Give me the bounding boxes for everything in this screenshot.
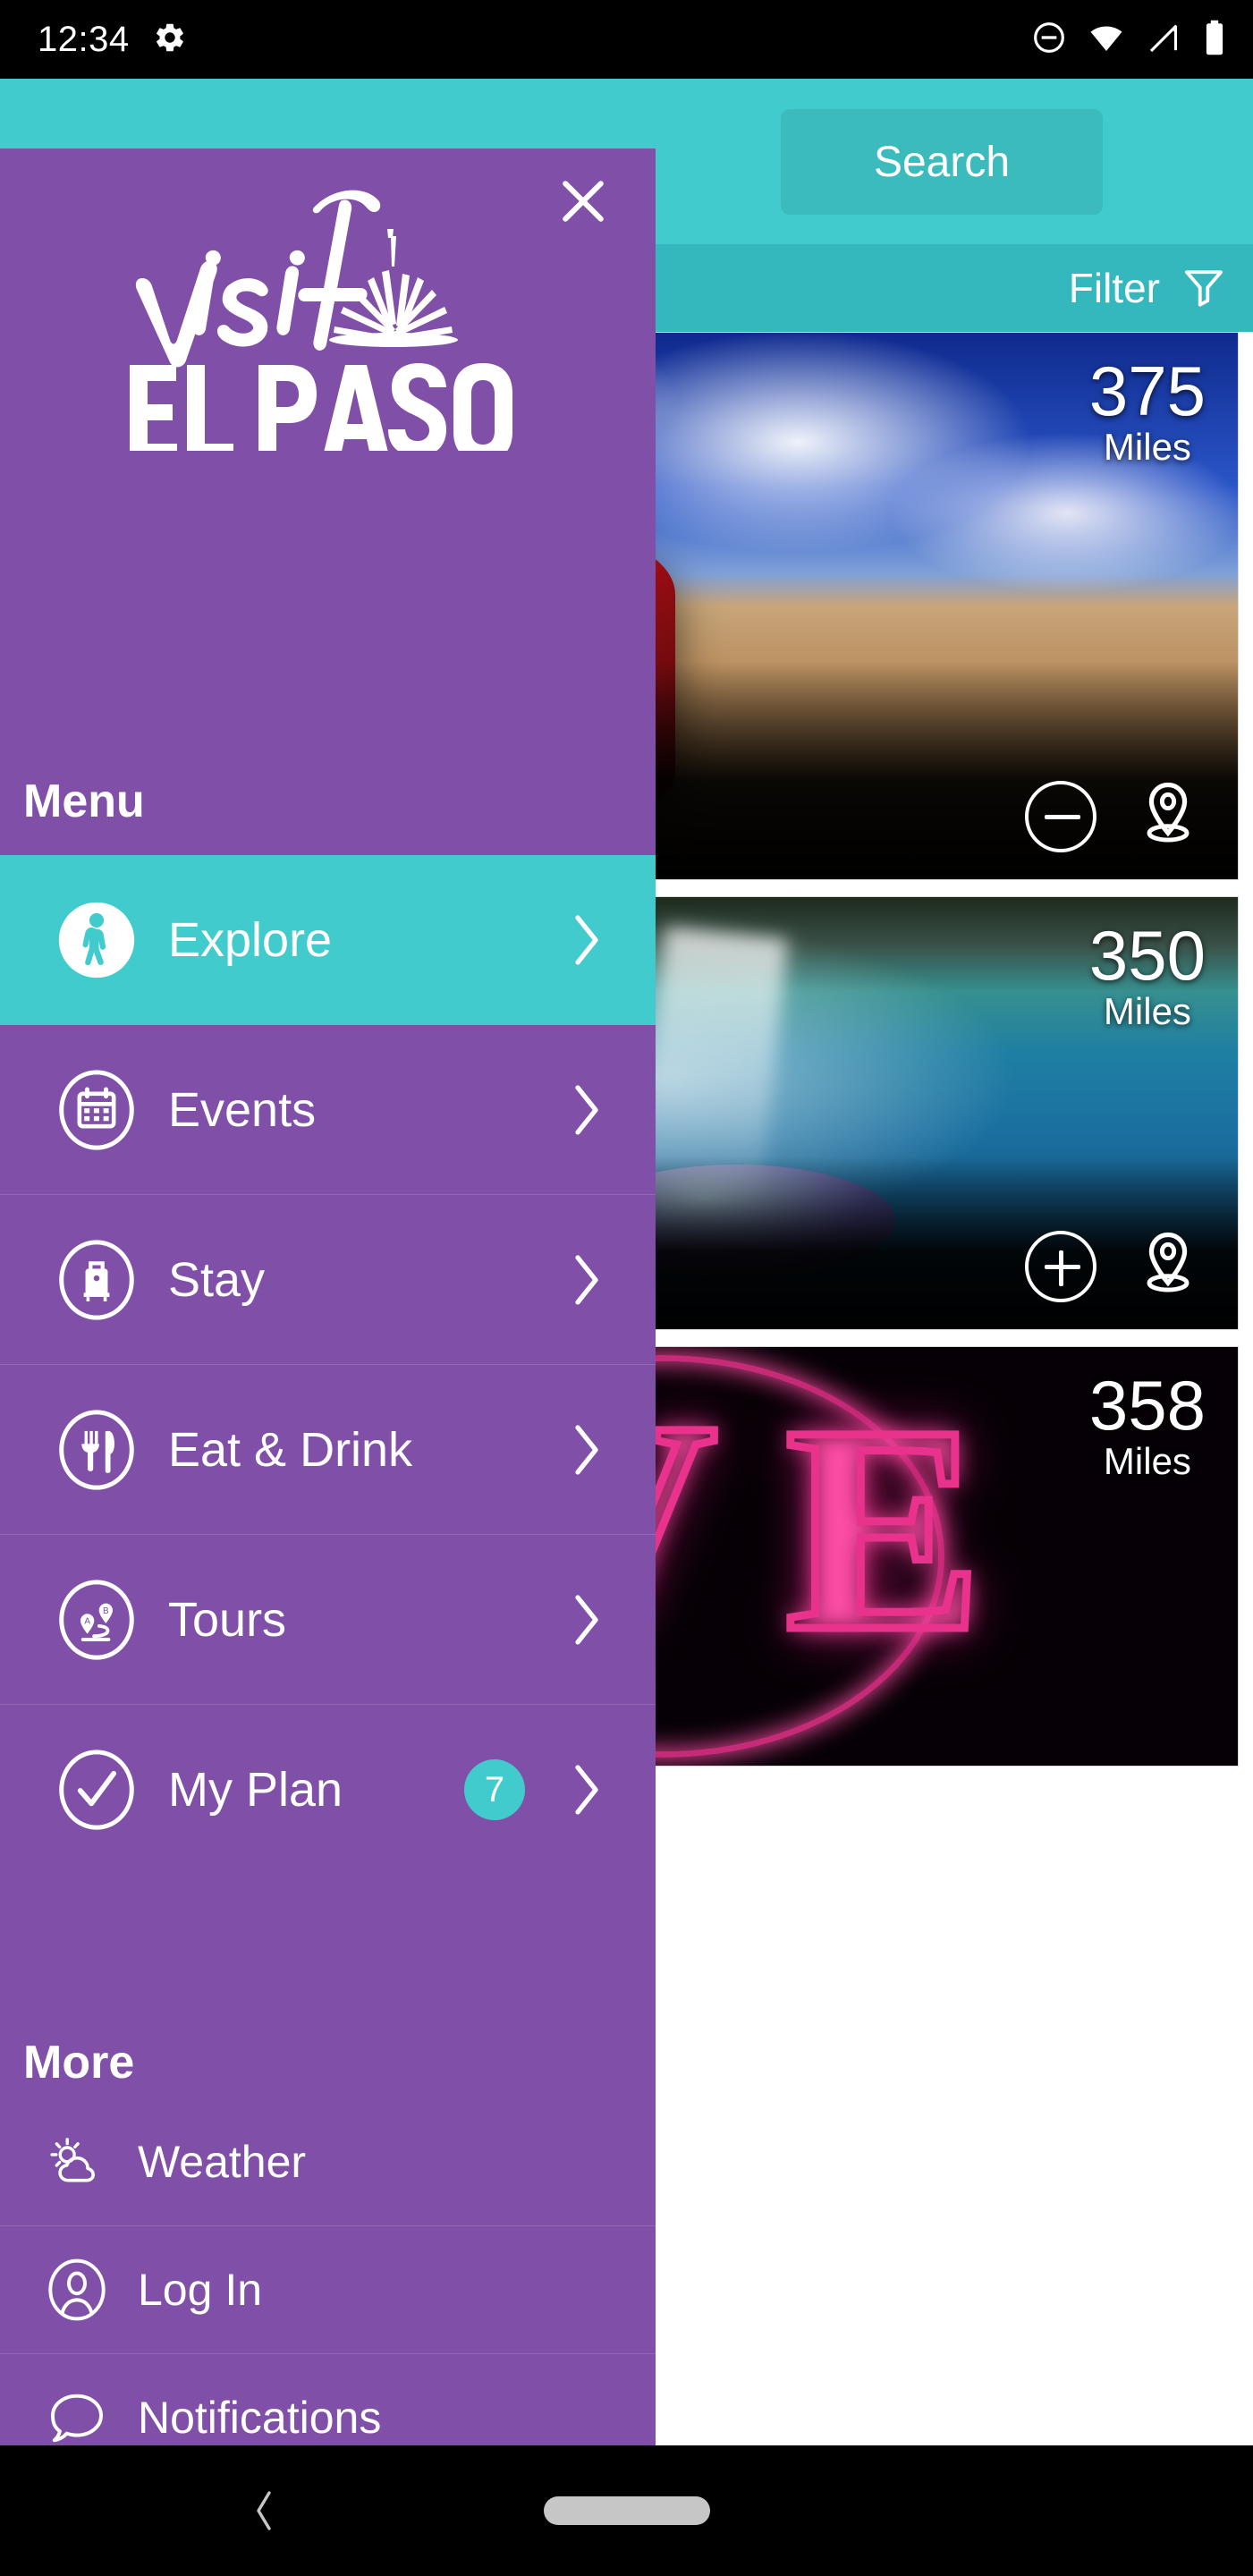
card-actions (1025, 776, 1206, 856)
system-nav-bar (0, 2445, 1253, 2576)
nav-item-label: Tours (168, 1592, 287, 1647)
speech-bubble-icon (45, 2385, 109, 2445)
card-distance-unit: Miles (1103, 426, 1191, 469)
chevron-right-icon (573, 1423, 600, 1477)
status-bar-left: 12:34 (38, 20, 187, 60)
more-item-weather[interactable]: Weather (0, 2098, 656, 2226)
status-bar-right (1031, 19, 1226, 61)
nav-item-my-plan[interactable]: My Plan 7 (0, 1705, 656, 1875)
chevron-right-icon (573, 1083, 600, 1137)
card-distance-value: 358 (1088, 1366, 1206, 1445)
calendar-icon (55, 1069, 138, 1151)
nav-item-label: Explore (168, 913, 333, 967)
more-item-label: Weather (138, 2137, 307, 2187)
nav-item-stay[interactable]: Stay (0, 1195, 656, 1365)
fork-knife-icon (55, 1409, 138, 1491)
nav-item-label: Stay (168, 1252, 266, 1307)
check-circle-icon (55, 1749, 138, 1831)
gear-icon (153, 21, 187, 59)
more-item-label: Log In (138, 2265, 263, 2315)
back-chevron-icon[interactable] (253, 2487, 275, 2535)
cellular-off-icon (1146, 20, 1183, 60)
more-item-label: Notifications (138, 2393, 382, 2443)
chevron-right-icon (573, 1253, 600, 1307)
search-button[interactable]: Search (781, 109, 1103, 215)
card-distance-unit: Miles (1103, 990, 1191, 1033)
chevron-right-icon (573, 1593, 600, 1647)
nav-item-tours[interactable]: A B Tours (0, 1535, 656, 1705)
more-heading: More (23, 2037, 135, 2089)
more-item-notifications[interactable]: Notifications (0, 2354, 656, 2445)
remove-from-plan-button[interactable] (1025, 780, 1096, 852)
nav-item-explore[interactable]: Explore (0, 855, 656, 1025)
my-plan-badge: 7 (464, 1759, 525, 1820)
chevron-right-icon (573, 913, 600, 967)
battery-icon (1203, 19, 1226, 61)
wifi-icon (1087, 20, 1126, 60)
svg-text:A: A (84, 1616, 90, 1626)
chevron-right-icon (573, 1763, 600, 1817)
add-to-plan-button[interactable] (1025, 1230, 1096, 1302)
card-actions (1025, 1226, 1206, 1306)
do-not-disturb-icon (1031, 20, 1067, 60)
person-icon (45, 2258, 109, 2322)
visit-el-paso-logo (129, 190, 512, 451)
brand-logo (0, 174, 656, 455)
nav-item-events[interactable]: Events (0, 1025, 656, 1195)
status-bar: 12:34 (0, 0, 1253, 79)
card-distance-value: 350 (1088, 916, 1206, 995)
status-clock: 12:34 (38, 19, 130, 59)
svg-text:B: B (103, 1606, 109, 1615)
phone-screen: 12:34 Search Filter 375 Miles 350 Miles … (0, 0, 1253, 2576)
nav-item-label: My Plan (168, 1763, 343, 1817)
menu-heading: Menu (23, 775, 145, 827)
card-distance-value: 375 (1088, 352, 1206, 430)
card-distance: 350 Miles (1088, 916, 1206, 1036)
map-pin-icon[interactable] (1130, 1226, 1206, 1306)
nav-item-label: Eat & Drink (168, 1422, 413, 1477)
secondary-nav: Weather Log In Notifications (0, 2098, 656, 2445)
more-item-log-in[interactable]: Log In (0, 2226, 656, 2354)
filter-label: Filter (1068, 265, 1160, 311)
card-distance: 358 Miles (1088, 1366, 1206, 1486)
primary-nav: Explore Events Stay Eat & Drink A B Tour… (0, 855, 656, 1875)
navigation-drawer: Menu Explore Events Stay Eat & Drink A B… (0, 148, 656, 2445)
nav-item-eat-drink[interactable]: Eat & Drink (0, 1365, 656, 1535)
card-distance-unit: Miles (1103, 1440, 1191, 1483)
sun-cloud-icon (45, 2130, 109, 2194)
suitcase-icon (55, 1239, 138, 1321)
map-pin-icon[interactable] (1130, 776, 1206, 856)
route-pins-icon: A B (55, 1579, 138, 1661)
home-pill-icon[interactable] (543, 2496, 710, 2525)
nav-item-label: Events (168, 1082, 317, 1137)
card-distance: 375 Miles (1088, 352, 1206, 471)
walking-person-icon (55, 899, 138, 981)
search-button-label: Search (873, 138, 1011, 186)
funnel-icon[interactable] (1180, 262, 1228, 315)
